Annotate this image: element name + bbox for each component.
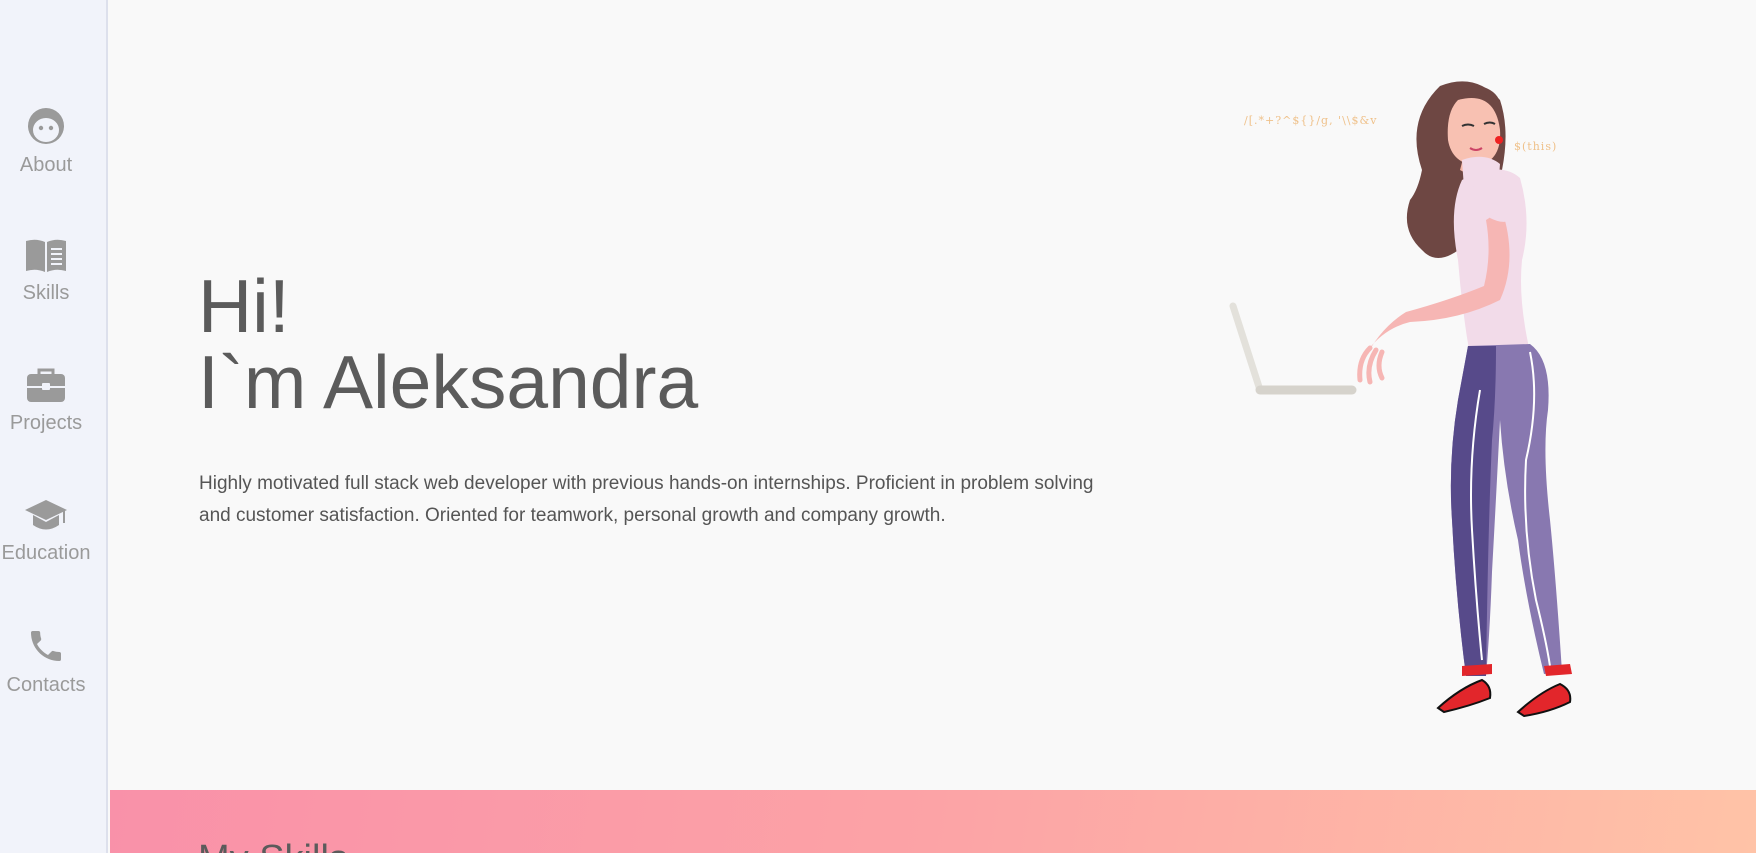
nav-item-about[interactable]: About: [0, 106, 92, 177]
book-icon: [26, 239, 66, 272]
nav-label-skills: Skills: [22, 282, 70, 304]
phone-icon: [31, 631, 61, 661]
skills-heading: My Skills: [198, 838, 348, 853]
developer-illustration: /[.*+?^${}/g, '\\$&v $(this): [1200, 60, 1620, 740]
skills-section: My Skills: [110, 790, 1756, 853]
nav-item-education[interactable]: Education: [0, 498, 92, 565]
hero-name: I`m Aleksandra: [198, 340, 699, 424]
hero-description: Highly motivated full stack web develope…: [199, 473, 1094, 526]
hero-title: Hi! I`m Aleksandra: [198, 268, 698, 420]
sidebar-nav: About Skills Projects Education Contacts: [0, 0, 108, 853]
nav-label-projects: Projects: [9, 412, 83, 434]
code-snippet: $(this): [1514, 140, 1558, 153]
nav-item-contacts[interactable]: Contacts: [0, 626, 92, 697]
woman-illustration-icon: [1229, 81, 1572, 718]
nav-label-contacts: Contacts: [6, 674, 86, 696]
briefcase-icon: [27, 368, 65, 402]
graduation-cap-icon: [25, 500, 67, 530]
code-snippet: /[.*+?^${}/g, '\\$&v: [1244, 114, 1378, 127]
face-icon: [28, 108, 64, 144]
nav-label-education: Education: [1, 542, 91, 564]
nav-item-skills[interactable]: Skills: [0, 238, 92, 305]
hero-greeting: Hi!: [198, 264, 290, 348]
nav-item-projects[interactable]: Projects: [0, 368, 92, 435]
nav-label-about: About: [19, 154, 73, 176]
